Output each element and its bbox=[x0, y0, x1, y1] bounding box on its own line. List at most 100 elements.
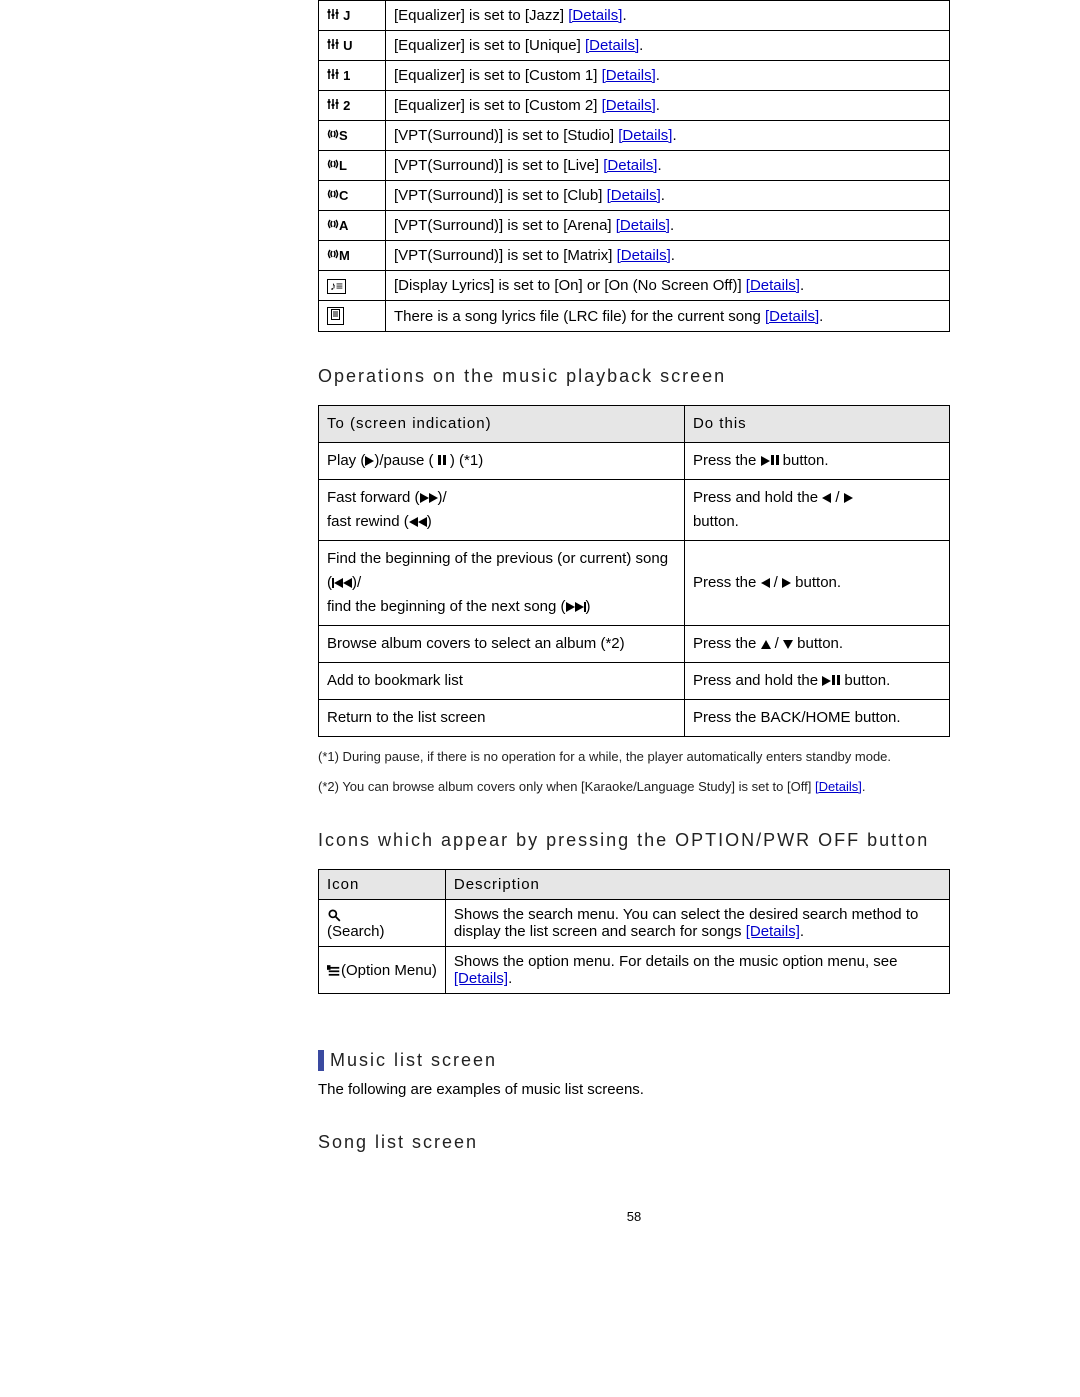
details-link[interactable]: [Details] bbox=[618, 127, 672, 144]
status-icon-cell bbox=[319, 301, 386, 332]
details-link[interactable]: [Details] bbox=[568, 7, 622, 24]
status-indicators-table: J[Equalizer] is set to [Jazz] [Details].… bbox=[318, 0, 950, 332]
surround-icon bbox=[327, 187, 339, 204]
skip-forward-icon bbox=[566, 598, 586, 615]
status-description: There is a song lyrics file (LRC file) f… bbox=[386, 301, 950, 332]
ops-row-prev-next: Find the beginning of the previous (or c… bbox=[319, 541, 950, 626]
text: . bbox=[800, 923, 804, 940]
text: . bbox=[672, 127, 676, 144]
text: [VPT(Surround)] is set to [Matrix] bbox=[394, 247, 617, 264]
text: Fast forward ( bbox=[327, 489, 420, 506]
text: Press the BACK/HOME button. bbox=[684, 700, 949, 737]
text: . bbox=[657, 157, 661, 174]
page-number: 58 bbox=[318, 1209, 950, 1224]
details-link[interactable]: [Details] bbox=[602, 97, 656, 114]
option-menu-icon bbox=[327, 964, 341, 978]
status-row: U[Equalizer] is set to [Unique] [Details… bbox=[319, 31, 950, 61]
equalizer-icon bbox=[327, 7, 339, 24]
status-row: C [VPT(Surround)] is set to [Club] [Detai… bbox=[319, 181, 950, 211]
text: button. bbox=[840, 672, 890, 689]
icon-label: (Option Menu) bbox=[341, 962, 437, 979]
equalizer-icon bbox=[327, 67, 339, 84]
details-link[interactable]: [Details] bbox=[616, 217, 670, 234]
details-link[interactable]: [Details] bbox=[746, 277, 800, 294]
status-row: J[Equalizer] is set to [Jazz] [Details]. bbox=[319, 1, 950, 31]
surround-icon bbox=[327, 217, 339, 234]
text: [VPT(Surround)] is set to [Live] bbox=[394, 157, 603, 174]
details-link[interactable]: [Details] bbox=[765, 308, 819, 325]
fast-forward-icon bbox=[420, 489, 438, 506]
details-link[interactable]: [Details] bbox=[585, 37, 639, 54]
text: . bbox=[800, 277, 804, 294]
details-link[interactable]: [Details] bbox=[607, 187, 661, 204]
music-list-intro: The following are examples of music list… bbox=[318, 1081, 950, 1098]
status-description: [VPT(Surround)] is set to [Studio] [Deta… bbox=[386, 121, 950, 151]
text: Find the beginning of the previous (or c… bbox=[327, 550, 668, 591]
text: button. bbox=[791, 574, 841, 591]
status-icon-cell: L bbox=[319, 151, 386, 181]
status-description: [Display Lyrics] is set to [On] or [On (… bbox=[386, 271, 950, 301]
text: Press the bbox=[693, 574, 761, 591]
text: . bbox=[656, 97, 660, 114]
text: [VPT(Surround)] is set to [Club] bbox=[394, 187, 607, 204]
details-link[interactable]: [Details] bbox=[617, 247, 671, 264]
ops-header-do: Do this bbox=[684, 406, 949, 443]
icons-header-desc: Description bbox=[445, 870, 949, 900]
status-description: [Equalizer] is set to [Custom 1] [Detail… bbox=[386, 61, 950, 91]
status-icon-cell: 1 bbox=[319, 61, 386, 91]
text: find the beginning of the next song ( bbox=[327, 598, 566, 615]
text: / bbox=[770, 574, 783, 591]
text: [VPT(Surround)] is set to [Arena] bbox=[394, 217, 616, 234]
ops-row-return: Return to the list screen Press the BACK… bbox=[319, 700, 950, 737]
status-icon-cell: U bbox=[319, 31, 386, 61]
heading-music-list: Music list screen bbox=[318, 1050, 950, 1071]
text: [Display Lyrics] is set to [On] or [On (… bbox=[394, 277, 746, 294]
text: ) bbox=[427, 513, 432, 530]
text: fast rewind ( bbox=[327, 513, 409, 530]
text: button. bbox=[779, 452, 829, 469]
skip-back-icon bbox=[332, 574, 352, 591]
text: [Equalizer] is set to [Custom 1] bbox=[394, 67, 602, 84]
status-row: 2[Equalizer] is set to [Custom 2] [Detai… bbox=[319, 91, 950, 121]
footnote-2: (*2) You can browse album covers only wh… bbox=[318, 777, 950, 797]
text: . bbox=[656, 67, 660, 84]
display-lyrics-icon: ♪≡ bbox=[327, 279, 346, 294]
status-row: 1[Equalizer] is set to [Custom 1] [Detai… bbox=[319, 61, 950, 91]
details-link[interactable]: [Details] bbox=[602, 67, 656, 84]
surround-icon bbox=[327, 247, 339, 264]
heading-operations: Operations on the music playback screen bbox=[318, 366, 950, 387]
text: Press and hold the bbox=[693, 489, 822, 506]
icon-label: (Search) bbox=[327, 923, 385, 940]
details-link[interactable]: [Details] bbox=[454, 970, 508, 987]
text: . bbox=[670, 217, 674, 234]
status-description: [Equalizer] is set to [Custom 2] [Detail… bbox=[386, 91, 950, 121]
text: . bbox=[508, 970, 512, 987]
operations-table: To (screen indication) Do this Play ()/p… bbox=[318, 405, 950, 737]
details-link[interactable]: [Details] bbox=[746, 923, 800, 940]
text: [VPT(Surround)] is set to [Studio] bbox=[394, 127, 618, 144]
ops-row-play-pause: Play ()/pause ( ) (*1) Press the button. bbox=[319, 443, 950, 480]
text: / bbox=[831, 489, 844, 506]
play-pause-button-icon bbox=[822, 672, 840, 689]
status-row: There is a song lyrics file (LRC file) f… bbox=[319, 301, 950, 332]
text: ) bbox=[586, 598, 591, 615]
text: Return to the list screen bbox=[319, 700, 685, 737]
text: / bbox=[771, 635, 784, 652]
equalizer-icon bbox=[327, 97, 339, 114]
status-icon-cell: S bbox=[319, 121, 386, 151]
status-icon-cell: M bbox=[319, 241, 386, 271]
details-link[interactable]: [Details] bbox=[603, 157, 657, 174]
text: Add to bookmark list bbox=[319, 663, 685, 700]
status-row: L[VPT(Surround)] is set to [Live] [Detai… bbox=[319, 151, 950, 181]
heading-song-list: Song list screen bbox=[318, 1132, 950, 1153]
status-row: A[VPT(Surround)] is set to [Arena] [Deta… bbox=[319, 211, 950, 241]
footnote-1: (*1) During pause, if there is no operat… bbox=[318, 747, 950, 767]
ops-row-ff-rw: Fast forward ()/ fast rewind () Press an… bbox=[319, 480, 950, 541]
surround-icon bbox=[327, 157, 339, 174]
text: Press the bbox=[693, 635, 761, 652]
status-icon-cell: C bbox=[319, 181, 386, 211]
text: Press the bbox=[693, 452, 761, 469]
details-link[interactable]: [Details] bbox=[815, 779, 862, 794]
status-description: [VPT(Surround)] is set to [Live] [Detail… bbox=[386, 151, 950, 181]
text: . bbox=[639, 37, 643, 54]
